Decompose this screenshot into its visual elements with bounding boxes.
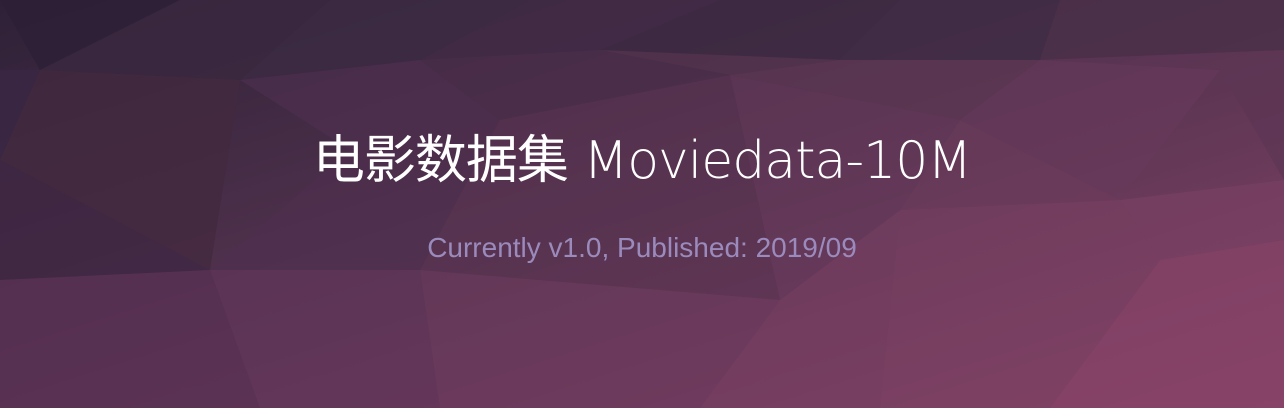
hero-content: 电影数据集 Moviedata-10M Currently v1.0, Publ… [0, 0, 1284, 408]
hero-banner: 电影数据集 Moviedata-10M Currently v1.0, Publ… [0, 0, 1284, 408]
version-subtitle: Currently v1.0, Published: 2019/09 [427, 232, 857, 263]
page-title: 电影数据集 Moviedata-10M [312, 131, 972, 191]
